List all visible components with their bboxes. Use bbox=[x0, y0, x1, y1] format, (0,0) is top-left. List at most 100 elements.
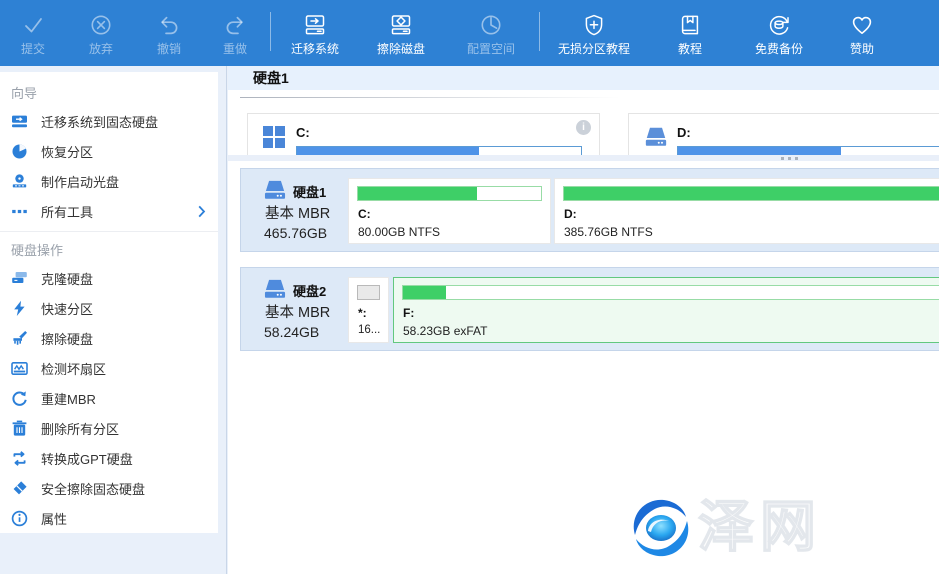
disk-type: 基本 MBR bbox=[265, 202, 330, 223]
info-circle-icon bbox=[11, 510, 28, 527]
disk-size: 58.24GB bbox=[264, 324, 319, 340]
disk-row-1: 硬盘1 基本 MBR 465.76GB C: 80.00GB NTFS D: 3… bbox=[240, 168, 939, 252]
partition-block-c[interactable]: C: 80.00GB NTFS bbox=[348, 178, 551, 244]
disk-tab-strip: 硬盘1 bbox=[228, 66, 939, 90]
sidebar-item-properties[interactable]: 属性 bbox=[0, 503, 218, 533]
header-divider bbox=[240, 97, 620, 98]
partition-info: 385.76GB NTFS bbox=[564, 225, 653, 239]
migrate-disk-icon bbox=[302, 11, 328, 38]
lightning-icon bbox=[11, 300, 28, 317]
zewang-logo-icon bbox=[626, 495, 696, 566]
overview-card-drive-d[interactable]: D: bbox=[628, 113, 939, 155]
redo-button: 重做 bbox=[202, 0, 268, 66]
wipe-disk-button[interactable]: 擦除磁盘 bbox=[357, 0, 445, 66]
undo-icon bbox=[156, 11, 182, 38]
watermark-text: 泽网 bbox=[698, 497, 822, 557]
shield-plus-icon bbox=[581, 11, 607, 38]
migrate-drive-icon bbox=[11, 113, 28, 130]
boot-disc-icon bbox=[11, 173, 28, 190]
partition-block-unallocated[interactable]: *: 16... bbox=[348, 277, 389, 343]
hard-drive-icon bbox=[644, 126, 668, 154]
partition-assistant-window: 提交 放弃 撤销 重做 迁移系统 擦除磁盘 bbox=[0, 0, 939, 574]
eraser-icon bbox=[11, 480, 28, 497]
clone-disk-icon bbox=[11, 270, 28, 287]
toolbar-separator bbox=[270, 12, 271, 51]
overview-card-drive-c[interactable]: C: i bbox=[247, 113, 600, 155]
commit-button: 提交 bbox=[0, 0, 66, 66]
cancel-circle-icon bbox=[88, 11, 114, 38]
overview-splitter-handle[interactable] bbox=[228, 155, 939, 161]
sidebar-item-make-bootable-media[interactable]: 制作启动光盘 bbox=[0, 166, 218, 196]
sidebar-divider bbox=[0, 231, 218, 232]
sidebar-item-clone-disk[interactable]: 克隆硬盘 bbox=[0, 263, 218, 293]
disk-name: 硬盘2 bbox=[293, 281, 326, 300]
undo-button: 撤销 bbox=[136, 0, 202, 66]
sidebar-main-divider bbox=[226, 66, 227, 574]
sidebar-item-label: 克隆硬盘 bbox=[41, 269, 93, 288]
main-panel: C: i D: 硬盘1 基本 MBR bbox=[228, 90, 939, 574]
usage-bar bbox=[296, 146, 582, 155]
sidebar-item-check-bad-sectors[interactable]: 检测坏扇区 bbox=[0, 353, 218, 383]
sidebar-item-migrate-os-to-ssd[interactable]: 迁移系统到固态硬盘 bbox=[0, 106, 218, 136]
usage-bar-fill bbox=[358, 286, 379, 299]
info-icon[interactable]: i bbox=[576, 120, 591, 135]
sidebar-item-wipe-disk[interactable]: 擦除硬盘 bbox=[0, 323, 218, 353]
tab-disk-1[interactable]: 硬盘1 bbox=[253, 66, 289, 90]
chevron-right-icon bbox=[193, 203, 210, 223]
sidebar-item-delete-all-partitions[interactable]: 删除所有分区 bbox=[0, 413, 218, 443]
discard-button: 放弃 bbox=[66, 0, 136, 66]
lossless-partition-tutorial-button[interactable]: 无损分区教程 bbox=[542, 0, 646, 66]
usage-bar bbox=[677, 146, 939, 155]
sidebar-item-label: 所有工具 bbox=[41, 202, 93, 221]
sidebar-item-label: 检测坏扇区 bbox=[41, 359, 106, 378]
sidebar-item-quick-partition[interactable]: 快速分区 bbox=[0, 293, 218, 323]
heart-icon bbox=[849, 11, 875, 38]
usage-bar-fill bbox=[564, 187, 939, 200]
convert-arrows-icon bbox=[11, 450, 28, 467]
usage-bar bbox=[357, 186, 542, 201]
partition-info: 16... bbox=[358, 324, 380, 336]
wave-scan-icon bbox=[11, 360, 28, 377]
partition-block-d[interactable]: D: 385.76GB NTFS bbox=[554, 178, 939, 244]
disk-row-2: 硬盘2 基本 MBR 58.24GB *: 16... F: 58.23GB e… bbox=[240, 267, 939, 351]
partition-info: 80.00GB NTFS bbox=[358, 225, 440, 239]
usage-bar-fill bbox=[403, 286, 446, 299]
partition-info: 58.23GB exFAT bbox=[403, 324, 488, 338]
page-background: 向导 迁移系统到固态硬盘 恢复分区 制作启动光盘 所有工具 硬盘操作 bbox=[0, 66, 939, 574]
free-backup-button[interactable]: 免费备份 bbox=[734, 0, 824, 66]
pie-chart-icon bbox=[11, 143, 28, 160]
sidebar-item-label: 制作启动光盘 bbox=[41, 172, 119, 191]
sidebar-item-convert-to-gpt[interactable]: 转换成GPT硬盘 bbox=[0, 443, 218, 473]
usage-bar-fill bbox=[297, 147, 479, 155]
disk-overview: C: i D: bbox=[228, 113, 939, 155]
tutorial-button[interactable]: 教程 bbox=[646, 0, 734, 66]
sidebar-item-label: 安全擦除固态硬盘 bbox=[41, 479, 145, 498]
sidebar-item-recover-partition[interactable]: 恢复分区 bbox=[0, 136, 218, 166]
usage-bar-fill bbox=[678, 147, 841, 155]
sidebar-item-secure-erase-ssd[interactable]: 安全擦除固态硬盘 bbox=[0, 473, 218, 503]
watermark: 泽网 bbox=[626, 495, 939, 565]
partition-label: F: bbox=[403, 306, 414, 320]
sidebar-item-label: 转换成GPT硬盘 bbox=[41, 449, 133, 468]
partition-block-f[interactable]: F: 58.23GB exFAT bbox=[393, 277, 939, 343]
migrate-system-button[interactable]: 迁移系统 bbox=[273, 0, 357, 66]
toolbar: 提交 放弃 撤销 重做 迁移系统 擦除磁盘 bbox=[0, 0, 939, 66]
sidebar-section-disk-operations: 硬盘操作 bbox=[0, 239, 218, 263]
sidebar-item-label: 快速分区 bbox=[41, 299, 93, 318]
book-icon bbox=[677, 11, 703, 38]
drive-letter: D: bbox=[677, 125, 691, 140]
check-icon bbox=[20, 11, 46, 38]
circular-arrow-icon bbox=[11, 390, 28, 407]
ellipsis-icon bbox=[11, 203, 28, 220]
disk-size: 465.76GB bbox=[264, 225, 327, 241]
windows-logo-icon bbox=[263, 126, 285, 153]
sidebar-item-label: 删除所有分区 bbox=[41, 419, 119, 438]
sidebar-item-label: 重建MBR bbox=[41, 389, 96, 408]
trash-icon bbox=[11, 420, 28, 437]
sidebar-item-label: 迁移系统到固态硬盘 bbox=[41, 112, 158, 131]
sidebar-item-rebuild-mbr[interactable]: 重建MBR bbox=[0, 383, 218, 413]
donate-button[interactable]: 赞助 bbox=[824, 0, 900, 66]
sidebar-item-label: 擦除硬盘 bbox=[41, 329, 93, 348]
allocate-space-button: 配置空间 bbox=[445, 0, 537, 66]
sidebar-item-all-tools[interactable]: 所有工具 bbox=[0, 196, 218, 226]
